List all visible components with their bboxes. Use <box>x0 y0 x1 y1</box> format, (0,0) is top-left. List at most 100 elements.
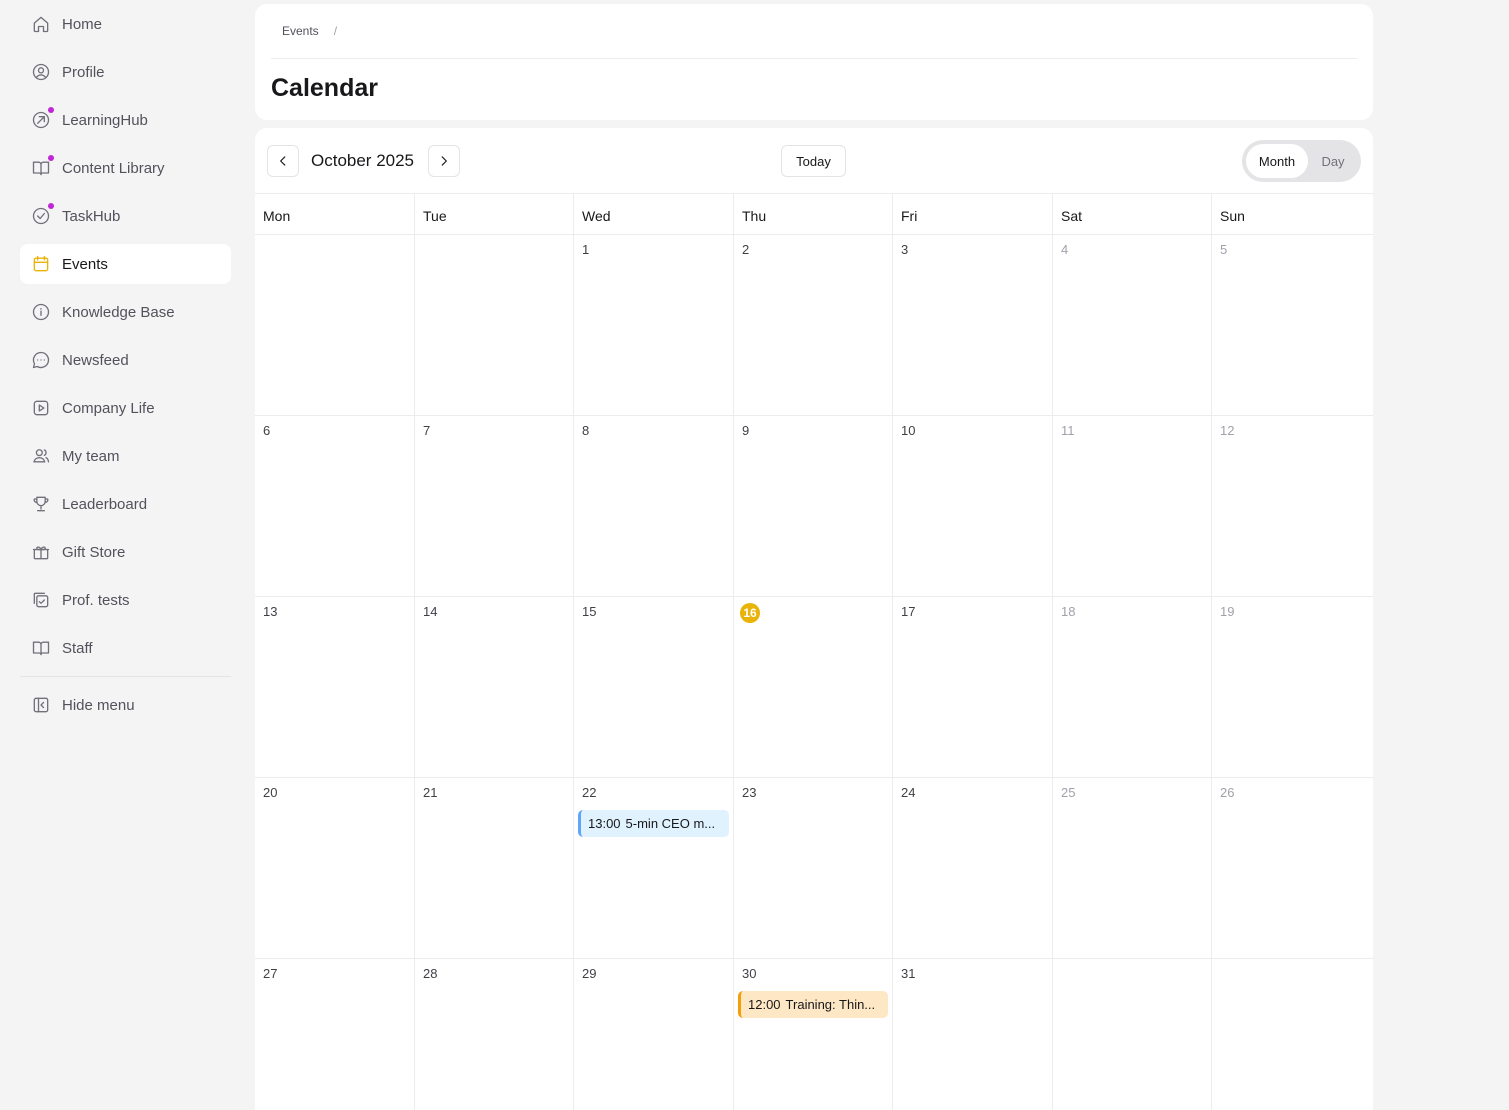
sidebar-item-label: LearningHub <box>62 111 148 129</box>
day-number: 6 <box>263 423 271 438</box>
sidebar-item-learninghub[interactable]: LearningHub <box>20 100 231 140</box>
check-circle-icon <box>30 203 54 227</box>
day-cell-empty[interactable] <box>255 235 415 415</box>
sidebar-item-label: Profile <box>62 63 105 81</box>
day-number: 5 <box>1220 242 1228 257</box>
sidebar-item-staff[interactable]: Staff <box>20 628 231 668</box>
weekday-fri: Fri <box>893 194 1053 235</box>
event-title: Training: Thin... <box>785 997 876 1012</box>
day-cell-25[interactable]: 25 <box>1053 778 1212 958</box>
day-cell-4[interactable]: 4 <box>1053 235 1212 415</box>
day-cell-28[interactable]: 28 <box>415 959 574 1110</box>
day-cell-3[interactable]: 3 <box>893 235 1053 415</box>
day-cell-27[interactable]: 27 <box>255 959 415 1110</box>
day-number: 7 <box>423 423 431 438</box>
day-cell-9[interactable]: 9 <box>734 416 893 596</box>
day-cell-19[interactable]: 19 <box>1212 597 1373 777</box>
day-number: 30 <box>742 966 757 981</box>
calendar-toolbar: October 2025 Today Month Day <box>255 128 1373 194</box>
today-button[interactable]: Today <box>781 145 846 177</box>
day-number: 24 <box>901 785 916 800</box>
day-cell-13[interactable]: 13 <box>255 597 415 777</box>
sidebar-item-content-library[interactable]: Content Library <box>20 148 231 188</box>
collapse-icon <box>30 694 52 716</box>
day-cell-2[interactable]: 2 <box>734 235 893 415</box>
day-cell-26[interactable]: 26 <box>1212 778 1373 958</box>
notification-dot <box>48 107 54 113</box>
day-cell-14[interactable]: 14 <box>415 597 574 777</box>
sidebar-item-taskhub[interactable]: TaskHub <box>20 196 231 236</box>
view-month-button[interactable]: Month <box>1246 144 1308 178</box>
sidebar-item-my-team[interactable]: My team <box>20 436 231 476</box>
calendar-icon <box>30 253 52 275</box>
day-cell-6[interactable]: 6 <box>255 416 415 596</box>
day-number: 1 <box>582 242 590 257</box>
day-number: 8 <box>582 423 590 438</box>
home-icon <box>30 13 52 35</box>
week-row: 1 2 3 4 5 <box>255 235 1373 416</box>
sidebar-item-gift-store[interactable]: Gift Store <box>20 532 231 572</box>
week-row: 6 7 8 9 10 11 12 <box>255 416 1373 597</box>
sidebar-item-profile[interactable]: Profile <box>20 52 231 92</box>
day-cell-12[interactable]: 12 <box>1212 416 1373 596</box>
day-number: 10 <box>901 423 916 438</box>
next-month-button[interactable] <box>428 145 460 177</box>
day-cell-empty[interactable] <box>415 235 574 415</box>
day-cell-8[interactable]: 8 <box>574 416 734 596</box>
day-number: 14 <box>423 604 438 619</box>
sidebar-item-label: Prof. tests <box>62 591 130 609</box>
day-number: 13 <box>263 604 278 619</box>
day-cell-22[interactable]: 22 13:00 5-min CEO m... <box>574 778 734 958</box>
chat-bubble-icon <box>30 349 52 371</box>
day-cell-24[interactable]: 24 <box>893 778 1053 958</box>
page-title: Calendar <box>271 74 378 102</box>
week-row: 20 21 22 13:00 5-min CEO m... 23 24 25 26 <box>255 778 1373 959</box>
users-icon <box>30 445 52 467</box>
sidebar-item-label: Company Life <box>62 399 155 417</box>
day-cell-16[interactable]: 16 <box>734 597 893 777</box>
sidebar-item-company-life[interactable]: Company Life <box>20 388 231 428</box>
breadcrumb-item-events[interactable]: Events <box>282 24 319 38</box>
day-number: 18 <box>1061 604 1076 619</box>
day-cell-10[interactable]: 10 <box>893 416 1053 596</box>
day-cell-17[interactable]: 17 <box>893 597 1053 777</box>
sidebar-item-knowledge-base[interactable]: Knowledge Base <box>20 292 231 332</box>
day-cell-7[interactable]: 7 <box>415 416 574 596</box>
sidebar-item-prof-tests[interactable]: Prof. tests <box>20 580 231 620</box>
view-day-button[interactable]: Day <box>1308 144 1358 178</box>
day-cell-11[interactable]: 11 <box>1053 416 1212 596</box>
calendar-event[interactable]: 12:00 Training: Thin... <box>738 991 888 1018</box>
event-time: 12:00 <box>748 997 781 1012</box>
sidebar-item-newsfeed[interactable]: Newsfeed <box>20 340 231 380</box>
day-cell-1[interactable]: 1 <box>574 235 734 415</box>
day-cell-23[interactable]: 23 <box>734 778 893 958</box>
day-cell-18[interactable]: 18 <box>1053 597 1212 777</box>
notification-dot <box>48 155 54 161</box>
day-number: 29 <box>582 966 597 981</box>
sidebar-item-label: Staff <box>62 639 93 657</box>
weekday-thu: Thu <box>734 194 893 235</box>
hide-menu-label: Hide menu <box>62 696 135 714</box>
day-cell-5[interactable]: 5 <box>1212 235 1373 415</box>
day-number: 19 <box>1220 604 1235 619</box>
sidebar-item-events[interactable]: Events <box>20 244 231 284</box>
weekday-wed: Wed <box>574 194 734 235</box>
weekday-sun: Sun <box>1220 208 1245 224</box>
sidebar-item-label: Knowledge Base <box>62 303 175 321</box>
day-cell-30[interactable]: 30 12:00 Training: Thin... <box>734 959 893 1110</box>
day-cell-21[interactable]: 21 <box>415 778 574 958</box>
week-row: 13 14 15 16 17 18 19 <box>255 597 1373 778</box>
day-number: 20 <box>263 785 278 800</box>
day-cell-empty[interactable] <box>1212 959 1373 1110</box>
day-cell-15[interactable]: 15 <box>574 597 734 777</box>
day-cell-29[interactable]: 29 <box>574 959 734 1110</box>
calendar-event[interactable]: 13:00 5-min CEO m... <box>578 810 729 837</box>
sidebar-item-leaderboard[interactable]: Leaderboard <box>20 484 231 524</box>
hide-menu-button[interactable]: Hide menu <box>20 685 231 725</box>
day-cell-31[interactable]: 31 <box>893 959 1053 1110</box>
day-cell-20[interactable]: 20 <box>255 778 415 958</box>
sidebar-item-home[interactable]: Home <box>20 4 231 44</box>
prev-month-button[interactable] <box>267 145 299 177</box>
day-cell-empty[interactable] <box>1053 959 1212 1110</box>
view-toggle: Month Day <box>1242 140 1361 182</box>
